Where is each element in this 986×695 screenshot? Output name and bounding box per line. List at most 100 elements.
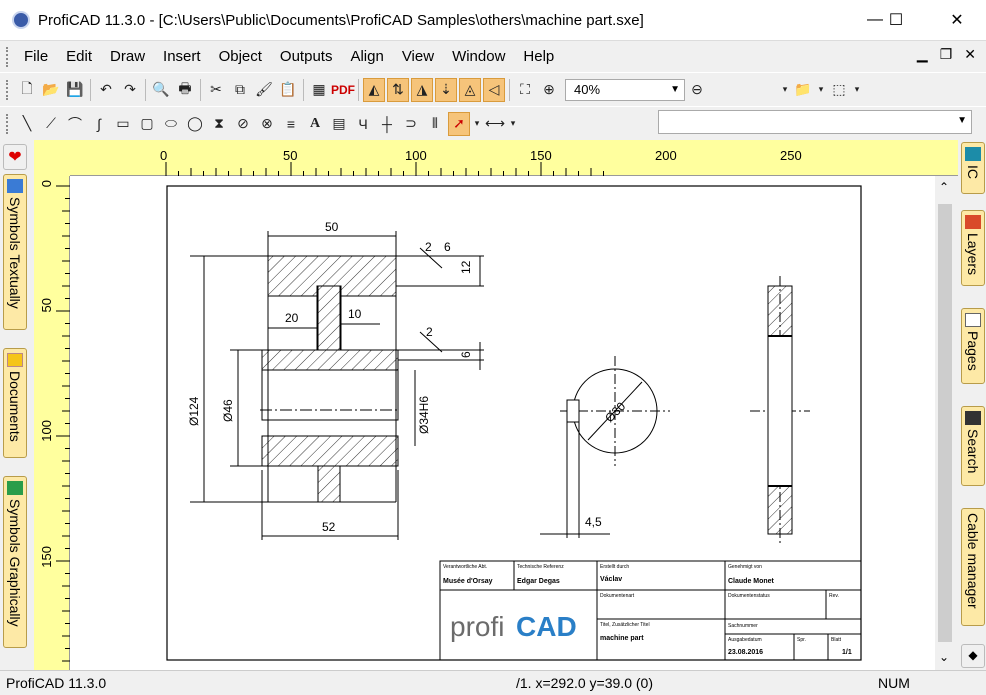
tab-documents[interactable]: Documents: [3, 348, 27, 458]
circle-icon[interactable]: ◯: [184, 112, 206, 136]
print-icon[interactable]: 🖶: [174, 78, 196, 102]
rounded-rectangle-icon[interactable]: ▢: [136, 112, 158, 136]
mdi-close-button[interactable]: ✕: [964, 46, 976, 63]
heart-icon: ❤: [8, 149, 22, 166]
toolbar-overflow-icon[interactable]: ▾: [472, 112, 482, 136]
app-icon[interactable]: [12, 11, 30, 29]
new-icon[interactable]: 🗋: [16, 78, 38, 102]
bus-icon[interactable]: ⦀: [424, 112, 446, 136]
paste-icon[interactable]: 📋: [277, 78, 299, 102]
curve-icon[interactable]: ∫: [88, 112, 110, 136]
polyline-icon[interactable]: ⟋: [40, 112, 62, 136]
line-icon[interactable]: ╲: [16, 112, 38, 136]
junction-icon[interactable]: ┼: [376, 112, 398, 136]
zoom-out-icon[interactable]: ⊖: [686, 78, 708, 102]
title-block-texts: Verantwortliche Abt. Musée d'Orsay Techn…: [443, 564, 852, 656]
dimension-icon[interactable]: ⟷: [484, 112, 506, 136]
rotate-down-icon[interactable]: ⇣: [435, 77, 457, 102]
ellipse-icon[interactable]: ⬭: [160, 112, 182, 136]
ic-icon: [965, 147, 981, 161]
mdi-minimize-button[interactable]: ▁: [917, 46, 928, 63]
textbox-icon[interactable]: ▤: [328, 112, 350, 136]
menu-window[interactable]: Window: [443, 48, 514, 65]
pdf-export-button[interactable]: PDF: [331, 78, 355, 102]
tab-cable-manager[interactable]: Cable manager: [961, 508, 985, 626]
scroll-down-icon[interactable]: ⌄: [939, 650, 949, 664]
ruler-top-label: 250: [780, 148, 802, 163]
rectangle-icon[interactable]: ▭: [112, 112, 134, 136]
cable-icon[interactable]: ⊃: [400, 112, 422, 136]
menu-outputs[interactable]: Outputs: [271, 48, 342, 65]
zoom-select[interactable]: 40% ▼: [565, 78, 685, 101]
tab-symbols-textually[interactable]: Symbols Textually: [3, 174, 27, 330]
menu-align[interactable]: Align: [341, 48, 392, 65]
hourglass-icon[interactable]: ⧗: [208, 112, 230, 136]
print-preview-icon[interactable]: 🔍: [150, 78, 172, 102]
flip-icon[interactable]: ◬: [459, 77, 481, 102]
tab-ic[interactable]: IC: [961, 142, 985, 194]
menu-object[interactable]: Object: [210, 48, 271, 65]
lines-icon[interactable]: ≡: [280, 112, 302, 136]
status-coordinates: /1. x=292.0 y=39.0 (0): [516, 675, 653, 691]
rotate-left-icon[interactable]: ◮: [411, 77, 433, 102]
select-cursor-icon[interactable]: ➚: [448, 111, 470, 136]
crop-icon[interactable]: ⬚: [828, 78, 850, 102]
copy-icon[interactable]: ⧉: [229, 78, 251, 102]
toolbar-overflow-icon[interactable]: ▾: [508, 112, 518, 136]
menu-help[interactable]: Help: [514, 48, 563, 65]
text-icon[interactable]: A: [304, 112, 326, 136]
mdi-restore-button[interactable]: ❐: [940, 46, 953, 63]
format-painter-icon[interactable]: 🖌: [253, 78, 275, 102]
export-image-icon[interactable]: ▦: [308, 78, 330, 102]
toolbar-grip[interactable]: [6, 113, 9, 134]
flip-horizontal-icon[interactable]: ◭: [363, 77, 385, 102]
menu-draw[interactable]: Draw: [101, 48, 154, 65]
zoom-in-icon[interactable]: ⊕: [538, 78, 560, 102]
gear-section: [190, 231, 484, 540]
menu-edit[interactable]: Edit: [57, 48, 101, 65]
menu-view[interactable]: View: [393, 48, 443, 65]
save-icon[interactable]: 💾: [64, 78, 86, 102]
tb-label: Blatt: [831, 637, 842, 643]
dim-text: Ø34H6: [417, 396, 431, 434]
maximize-button[interactable]: ☐: [873, 0, 919, 40]
menu-grip[interactable]: [6, 46, 9, 67]
toolbar-overflow-icon[interactable]: ▾: [816, 78, 826, 102]
mirror-vertical-icon[interactable]: ⇅: [387, 77, 409, 102]
drawing-canvas[interactable]: 50 2 6 12 20 10 2 6 Ø124 Ø46 Ø34H6 52 Ø3…: [70, 176, 935, 670]
rotate-right-icon[interactable]: ◁: [483, 77, 505, 102]
tab-search[interactable]: Search: [961, 406, 985, 486]
vertical-scrollbar[interactable]: ⌃ ⌄: [935, 176, 955, 670]
wire-icon[interactable]: Ч: [352, 112, 374, 136]
toolbar-grip[interactable]: [6, 79, 9, 100]
favorites-tab[interactable]: ❤: [3, 144, 27, 170]
scrollbar-thumb[interactable]: [938, 204, 952, 642]
undo-icon[interactable]: ↶: [95, 78, 117, 102]
keyway-slot: [566, 399, 580, 423]
toolbar-overflow-icon[interactable]: ▾: [852, 78, 862, 102]
redo-icon[interactable]: ↷: [119, 78, 141, 102]
rim-bottom: [261, 435, 399, 467]
zoom-fit-icon[interactable]: ⛶: [514, 78, 536, 102]
tab-pages[interactable]: Pages: [961, 308, 985, 384]
style-select[interactable]: ▼: [658, 110, 972, 134]
tb-label: Dokumentenstatus: [728, 593, 770, 599]
chevron-down-icon: ▼: [957, 115, 967, 126]
cut-icon[interactable]: ✂: [205, 78, 227, 102]
eraser-tab[interactable]: ◆: [961, 644, 985, 668]
folder-icon[interactable]: 📁: [792, 78, 814, 102]
menu-file[interactable]: File: [15, 48, 57, 65]
dim-text: 6: [444, 240, 451, 254]
close-button[interactable]: ✕: [934, 0, 980, 40]
scroll-up-icon[interactable]: ⌃: [939, 180, 949, 194]
title-bar: ProfiCAD 11.3.0 - [C:\Users\Public\Docum…: [0, 0, 986, 40]
hatched-ellipse-icon[interactable]: ⊘: [232, 112, 254, 136]
toolbar-overflow-icon[interactable]: ▾: [780, 78, 790, 102]
arc-icon[interactable]: ⌒: [64, 112, 86, 136]
tab-layers[interactable]: Layers: [961, 210, 985, 286]
tab-symbols-graphically[interactable]: Symbols Graphically: [3, 476, 27, 648]
tb-label: Rev.: [829, 593, 839, 599]
pattern-ellipse-icon[interactable]: ⊗: [256, 112, 278, 136]
menu-insert[interactable]: Insert: [154, 48, 210, 65]
open-icon[interactable]: 📂: [40, 78, 62, 102]
